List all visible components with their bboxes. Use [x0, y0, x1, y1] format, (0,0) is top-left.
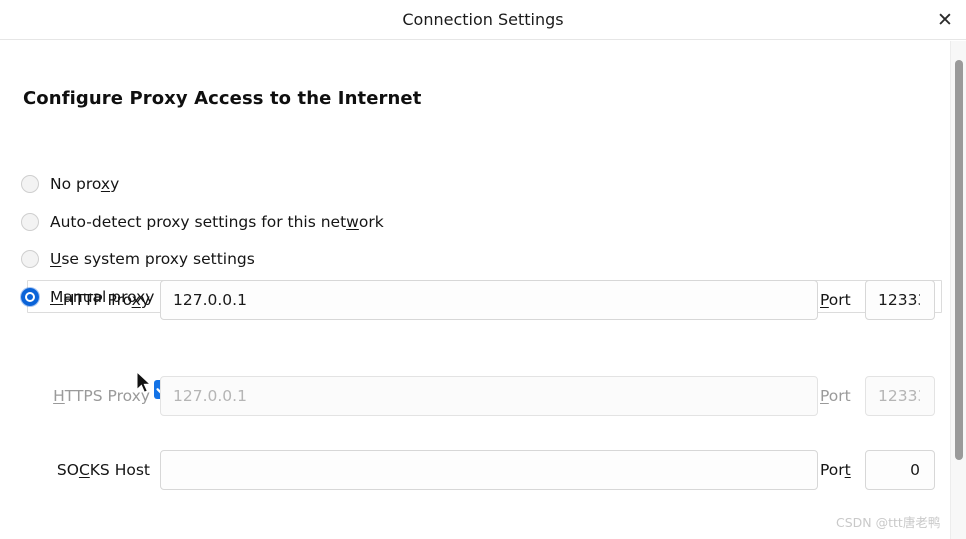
- radio-use-system-proxy-label: Use system proxy settings: [50, 250, 255, 268]
- radio-indicator[interactable]: [21, 213, 39, 231]
- page-heading: Configure Proxy Access to the Internet: [23, 88, 422, 109]
- socks-host-label: SOCKS Host: [56, 461, 150, 479]
- radio-indicator[interactable]: [21, 175, 39, 193]
- vertical-scrollbar-track[interactable]: [950, 41, 966, 539]
- https-proxy-label: HTTPS Proxy: [53, 387, 150, 405]
- radio-no-proxy-label: No proxy: [50, 175, 120, 193]
- socks-host-input[interactable]: [160, 450, 818, 490]
- https-proxy-input: [160, 376, 818, 416]
- https-port-label: Port: [820, 387, 851, 405]
- radio-no-proxy[interactable]: No proxy: [21, 171, 119, 197]
- radio-auto-detect-proxy[interactable]: Auto-detect proxy settings for this netw…: [21, 209, 384, 235]
- dialog-title: Connection Settings: [402, 10, 564, 29]
- radio-use-system-proxy[interactable]: Use system proxy settings: [21, 246, 255, 272]
- https-port-input: [865, 376, 935, 416]
- http-port-label: Port: [820, 291, 851, 309]
- http-proxy-label: HTTP Proxy: [62, 291, 150, 309]
- connection-settings-dialog: Connection Settings ✕ Configure Proxy Ac…: [0, 0, 966, 539]
- titlebar: Connection Settings ✕: [0, 0, 966, 40]
- close-icon[interactable]: ✕: [928, 4, 962, 36]
- http-port-input[interactable]: [865, 280, 935, 320]
- settings-content: Configure Proxy Access to the Internet N…: [0, 41, 966, 539]
- watermark: CSDN @ttt唐老鸭: [836, 515, 941, 530]
- socks-port-input[interactable]: [865, 450, 935, 490]
- radio-indicator[interactable]: [21, 250, 39, 268]
- socks-port-label: Port: [820, 461, 851, 479]
- radio-auto-detect-proxy-label: Auto-detect proxy settings for this netw…: [50, 213, 384, 231]
- http-proxy-input[interactable]: [160, 280, 818, 320]
- vertical-scrollbar-thumb[interactable]: [955, 60, 963, 460]
